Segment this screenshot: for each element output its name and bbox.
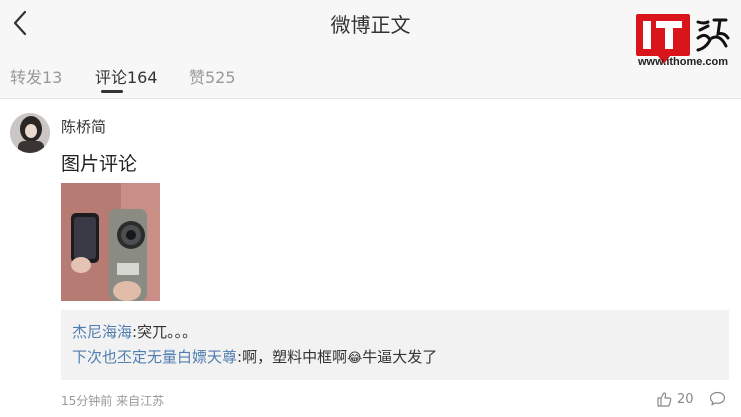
reply-text-continued: 牛逼大发了 bbox=[362, 348, 438, 366]
tab-comments[interactable]: 评论164 bbox=[95, 64, 158, 88]
comment-time-location: 15分钟前 来自江苏 bbox=[61, 394, 165, 408]
tab-likes[interactable]: 赞525 bbox=[189, 64, 236, 88]
reply-text: 突兀。。。 bbox=[137, 323, 198, 341]
reply-author[interactable]: 杰尼海海 bbox=[72, 323, 132, 341]
active-tab-indicator bbox=[101, 90, 123, 93]
comment-username[interactable]: 陈桥简 bbox=[61, 116, 106, 137]
reply-preview-box[interactable]: 杰尼海海:突兀。。。 下次也丕定无量白嫖天尊:啊，塑料中框啊😂牛逼大发了 bbox=[61, 310, 729, 380]
comment-bubble-icon[interactable] bbox=[709, 391, 726, 406]
laugh-cry-emoji-icon: 😂 bbox=[347, 351, 363, 366]
watermark-url: www.ithome.com bbox=[638, 56, 729, 68]
reply-text: 啊，塑料中框啊 bbox=[242, 348, 348, 366]
like-count: 20 bbox=[677, 392, 694, 407]
comment-text: 图片评论 bbox=[61, 153, 138, 175]
reply-item: 杰尼海海:突兀。。。 bbox=[72, 323, 198, 341]
comment-photo[interactable] bbox=[61, 183, 160, 301]
thumbs-up-icon[interactable] bbox=[656, 391, 672, 407]
avatar[interactable] bbox=[10, 113, 50, 153]
tab-reposts[interactable]: 转发13 bbox=[10, 64, 62, 88]
reply-author[interactable]: 下次也丕定无量白嫖天尊 bbox=[72, 348, 237, 366]
reply-item: 下次也丕定无量白嫖天尊:啊，塑料中框啊😂牛逼大发了 bbox=[72, 348, 438, 366]
